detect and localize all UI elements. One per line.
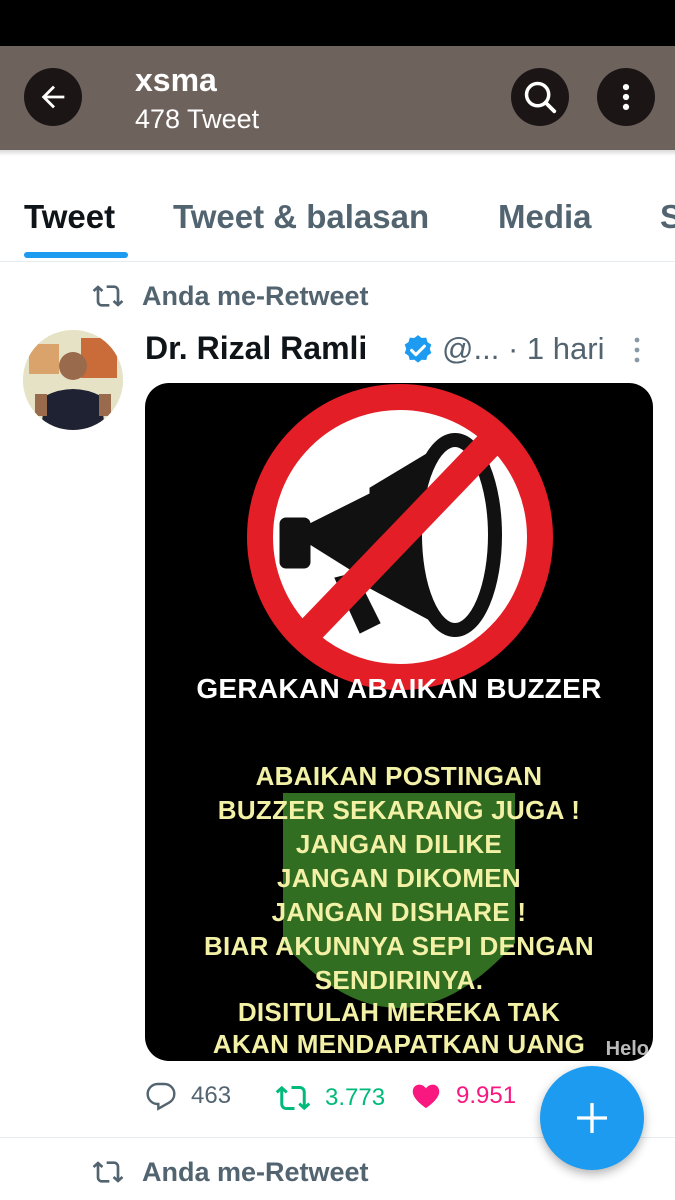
retweet-button[interactable]: 3.773 [275,1080,385,1116]
tweet-more-icon[interactable] [631,336,643,369]
tab-media[interactable]: Media [498,198,592,236]
profile-header: xsma 478 Tweet [0,46,675,150]
retweet-icon [275,1085,311,1111]
tweet-author-handle: @... [442,331,500,366]
more-options-button[interactable] [597,68,655,126]
heart-icon [412,1084,440,1108]
poster-line: ABAIKAN POSTINGAN [255,761,543,791]
search-button[interactable] [511,68,569,126]
profile-name: xsma [135,62,217,98]
verified-badge-icon [401,333,435,372]
more-vertical-icon [622,83,630,111]
like-count: 9.951 [456,1082,517,1109]
poster-line: BIAR AKUNNYA SEPI DENGAN [203,931,595,961]
compose-tweet-button[interactable] [540,1066,644,1170]
poster-line: DISITULAH MEREKA TAK [237,997,561,1027]
poster-line: JANGAN DIKOMEN [277,863,521,893]
tweet-timestamp[interactable]: · 1 hari [508,331,604,367]
back-button[interactable] [24,68,82,126]
retweet-context-label: Anda me-Retweet [142,1156,369,1187]
header-shadow [0,150,675,156]
like-button[interactable]: 9.951 [410,1080,516,1112]
poster-line: JANGAN DISHARE ! [271,897,527,927]
tab-tweet[interactable]: Tweet [24,198,115,236]
avatar[interactable] [23,330,123,430]
reply-button[interactable]: 463 [145,1080,231,1112]
poster-arc-text: GERAKAN ABAIKAN BUZZER [196,673,602,704]
reply-count: 463 [191,1082,232,1109]
poster-line: SENDIRINYA. [314,965,484,995]
poster-line: JANGAN DILIKE [295,829,503,859]
retweet-context-label: Anda me-Retweet [142,280,369,311]
tweet-count: 478 Tweet [135,104,260,134]
tab-tweet-replies[interactable]: Tweet & balasan [173,198,429,236]
reply-icon [146,1082,176,1111]
tab-next[interactable]: S [660,198,675,236]
retweet-icon [92,285,124,307]
retweet-context: Anda me-Retweet [92,280,369,312]
profile-tabs: Tweet Tweet & balasan Media S [0,180,675,262]
tweet-media-image[interactable]: GERAKAN ABAIKAN BUZZER ABAIKAN POSTINGAN… [145,383,653,1061]
retweet-icon [92,1161,124,1183]
search-icon [524,81,557,114]
status-bar [0,0,675,46]
active-tab-indicator [24,252,128,258]
tabs-divider [0,261,675,262]
arrow-left-icon [41,85,65,109]
retweet-context-next: Anda me-Retweet [92,1156,369,1188]
retweet-count: 3.773 [325,1084,386,1111]
poster-line: AKAN MENDAPATKAN UANG [212,1029,586,1059]
poster-line: BUZZER SEKARANG JUGA ! [217,795,581,825]
tweet-author-name[interactable]: Dr. Rizal Ramli [145,330,367,367]
plus-icon [577,1103,607,1133]
image-watermark: Helo [605,1038,649,1060]
